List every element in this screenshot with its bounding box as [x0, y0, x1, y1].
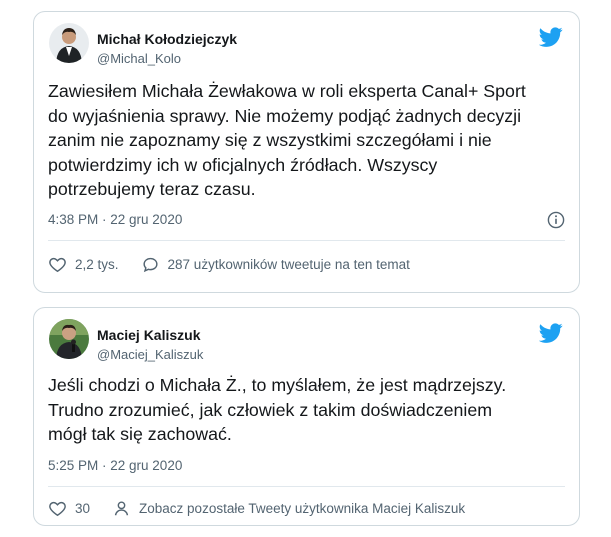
replies-link[interactable]: 287 użytkowników tweetuje na ten temat — [141, 255, 410, 274]
tweet-text-line: potrzebujemy teraz czasu. — [48, 179, 256, 199]
author-handle[interactable]: @Michal_Kolo — [97, 51, 181, 66]
tweet-text-line: mógł tak się zachować. — [48, 424, 232, 444]
more-tweets-link[interactable]: Zobacz pozostałe Tweety użytkownika Maci… — [112, 499, 465, 518]
heart-icon — [49, 501, 66, 516]
tweet-text: Zawiesiłem Michała Żewłakowa w roli eksp… — [48, 79, 563, 202]
like-button[interactable]: 2,2 tys. — [48, 255, 119, 274]
twitter-bird-icon[interactable] — [539, 25, 563, 49]
avatar[interactable] — [49, 319, 89, 359]
like-count: 30 — [75, 500, 91, 516]
tweet-text-line: Zawiesiłem Michała Żewłakowa w roli eksp… — [48, 81, 526, 101]
avatar[interactable] — [49, 23, 89, 63]
tweet-card[interactable]: Maciej Kaliszuk @Maciej_Kaliszuk Jeśli c… — [33, 307, 580, 526]
info-icon[interactable] — [547, 211, 565, 229]
tweet-text-line: zanim nie zapoznamy się z wszystkimi szc… — [48, 130, 492, 150]
tweet-card[interactable]: Michał Kołodziejczyk @Michal_Kolo Zawies… — [33, 11, 580, 293]
like-button[interactable]: 30 — [48, 499, 90, 518]
author-name[interactable]: Maciej Kaliszuk — [97, 327, 201, 343]
heart-icon — [49, 257, 66, 272]
twitter-bird-icon[interactable] — [539, 321, 563, 345]
author-handle[interactable]: @Maciej_Kaliszuk — [97, 347, 203, 362]
tweet-text-line: potwierdzimy ich w oficjalnych źródłach.… — [48, 154, 438, 175]
divider — [48, 486, 565, 487]
speech-bubble-icon — [142, 257, 158, 272]
tweet-actions: 30 Zobacz pozostałe Tweety użytkownika M… — [48, 498, 565, 518]
more-tweets-label: Zobacz pozostałe Tweety użytkownika Maci… — [139, 500, 466, 516]
timestamp[interactable]: 4:38 PM · 22 gru 2020 — [48, 212, 182, 227]
person-icon — [114, 500, 129, 515]
divider — [48, 240, 565, 241]
tweet-actions: 2,2 tys. 287 użytkowników tweetuje na te… — [48, 254, 565, 274]
timestamp[interactable]: 5:25 PM · 22 gru 2020 — [48, 458, 182, 473]
author-name[interactable]: Michał Kołodziejczyk — [97, 31, 237, 47]
like-count: 2,2 tys. — [75, 256, 119, 272]
tweet-text-line: Jeśli chodzi o Michała Ż., to myślałem, … — [48, 375, 507, 395]
replies-label: 287 użytkowników tweetuje na ten temat — [167, 256, 410, 272]
tweet-text-line: do wyjaśnienia sprawy. Nie możemy podjąć… — [48, 105, 522, 126]
tweet-text: Jeśli chodzi o Michała Ż., to myślałem, … — [48, 373, 563, 447]
tweet-text-line: Trudno zrozumieć, jak człowiek z takim d… — [48, 399, 493, 420]
